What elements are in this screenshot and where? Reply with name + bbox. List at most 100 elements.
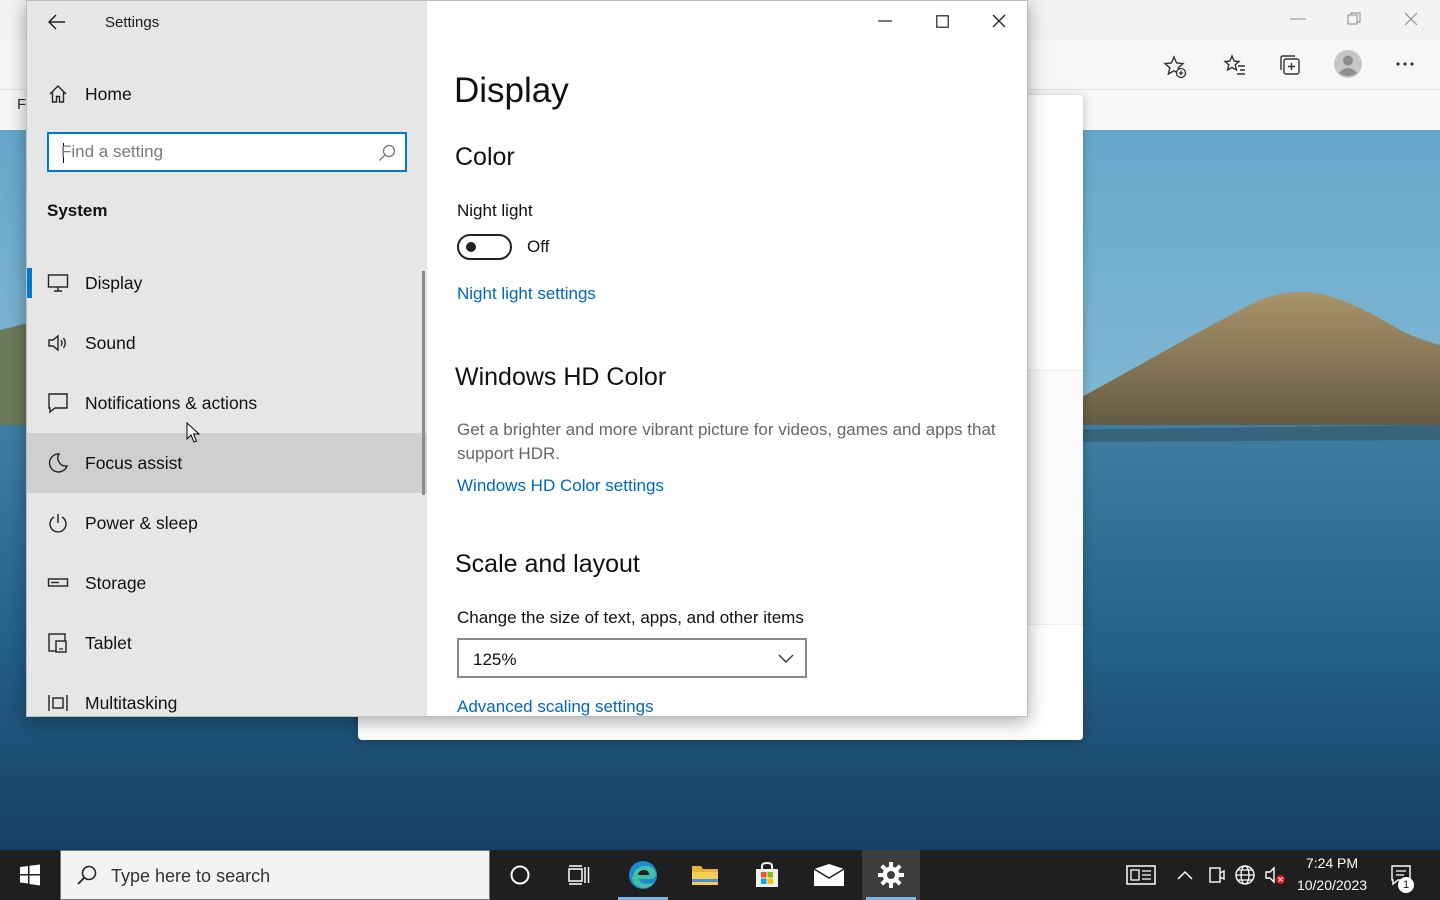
news-widget-button[interactable] (1126, 862, 1156, 888)
maximize-button[interactable] (914, 1, 970, 41)
find-setting-box[interactable] (47, 132, 407, 172)
collections-button[interactable] (1275, 50, 1305, 80)
avatar-icon (1334, 50, 1362, 78)
taskbar-clock-time[interactable]: 7:24 PM (1290, 855, 1374, 871)
sidebar-item-label: Home (85, 83, 132, 104)
mail-button[interactable] (800, 850, 858, 900)
globe-icon (1235, 865, 1255, 885)
night-light-settings-link[interactable]: Night light settings (457, 284, 596, 304)
moon-icon (45, 450, 71, 476)
scale-dropdown-value: 125% (473, 650, 517, 669)
taskbar-search-box[interactable]: Type here to search (60, 850, 490, 900)
sidebar-item-label: Tablet (85, 632, 132, 653)
task-view-button[interactable] (550, 850, 608, 900)
add-favorite-button[interactable] (1160, 52, 1190, 82)
night-light-state: Off (527, 237, 550, 256)
find-setting-input[interactable] (61, 141, 361, 163)
notification-count-badge: 1 (1398, 877, 1414, 893)
window-title: Settings (105, 14, 160, 31)
taskbar-clock-date[interactable]: 10/20/2023 (1290, 877, 1374, 893)
sidebar-item-display[interactable]: Display (27, 253, 427, 313)
folder-icon (692, 866, 718, 885)
task-view-icon (568, 865, 590, 885)
search-icon[interactable] (377, 143, 397, 163)
browser-restore-button[interactable] (1341, 8, 1367, 30)
sidebar-item-sound[interactable]: Sound (27, 313, 427, 373)
page-title: Display (454, 71, 569, 110)
profile-button[interactable] (1333, 49, 1363, 79)
ellipsis-icon (1396, 62, 1414, 66)
browser-close-button[interactable] (1398, 8, 1424, 30)
storage-icon (45, 570, 71, 596)
sidebar-item-focus-assist[interactable]: Focus assist (27, 433, 427, 493)
sidebar-item-label: Multitasking (85, 692, 178, 713)
windows-logo-icon (20, 864, 40, 886)
scale-layout-section-title: Scale and layout (455, 550, 640, 578)
sidebar-item-home[interactable]: Home (27, 73, 427, 115)
sidebar-item-label: Sound (85, 332, 136, 353)
back-button[interactable] (41, 7, 73, 37)
show-hidden-icons-button[interactable] (1172, 862, 1198, 888)
power-icon (45, 510, 71, 536)
chevron-up-icon (1177, 870, 1193, 880)
sidebar-item-label: Power & sleep (85, 512, 198, 533)
meet-now-button[interactable] (1203, 862, 1229, 888)
sidebar-item-label: Focus assist (85, 452, 183, 473)
volume-button[interactable] (1262, 862, 1288, 888)
color-section-title: Color (455, 143, 515, 171)
start-button[interactable] (0, 850, 60, 900)
settings-window: Settings Home System Display (26, 0, 1028, 717)
more-options-button[interactable] (1390, 49, 1420, 79)
star-plus-icon (1163, 55, 1187, 79)
network-button[interactable] (1232, 862, 1258, 888)
sidebar-scrollbar[interactable] (422, 271, 425, 495)
taskbar-search-placeholder: Type here to search (111, 866, 271, 886)
cortana-button[interactable] (491, 850, 549, 900)
taskbar-settings-button[interactable] (862, 850, 920, 900)
sidebar-item-tablet[interactable]: Tablet (27, 613, 427, 673)
toggle-knob (466, 242, 476, 252)
sidebar-item-label: Storage (85, 572, 147, 593)
scale-dropdown[interactable]: 125% (457, 638, 807, 678)
advanced-scaling-link[interactable]: Advanced scaling settings (457, 697, 654, 716)
edge-browser-icon (629, 861, 657, 889)
monitor-icon (45, 270, 71, 296)
close-icon (1404, 12, 1418, 26)
notification-icon (45, 390, 71, 416)
multitasking-icon (45, 690, 71, 716)
volume-muted-icon (1265, 866, 1285, 884)
minimize-icon (878, 20, 892, 22)
taskbar: Type here to search (0, 850, 1440, 900)
sidebar-item-storage[interactable]: Storage (27, 553, 427, 613)
mouse-cursor-icon (186, 422, 200, 443)
close-icon (992, 14, 1006, 28)
hd-color-description: Get a brighter and more vibrant picture … (457, 420, 996, 463)
cortana-icon (510, 865, 530, 885)
settings-sidebar: Settings Home System Display (27, 1, 427, 716)
chevron-down-icon (778, 654, 794, 663)
nav-group-label: System (47, 201, 108, 220)
sidebar-item-label: Display (85, 272, 143, 293)
maximize-icon (935, 14, 949, 28)
home-icon (45, 81, 71, 107)
device-icon (1209, 867, 1225, 883)
hd-color-section-title: Windows HD Color (455, 363, 667, 391)
microsoft-store-button[interactable] (738, 850, 796, 900)
sidebar-item-multitasking[interactable]: Multitasking (27, 673, 427, 716)
speaker-icon (45, 330, 71, 356)
favorites-button[interactable] (1220, 50, 1250, 80)
close-button[interactable] (971, 1, 1027, 41)
night-light-label: Night light (457, 201, 533, 220)
taskbar-edge-button[interactable] (614, 850, 672, 900)
sidebar-item-power-sleep[interactable]: Power & sleep (27, 493, 427, 553)
browser-minimize-button[interactable]: — (1285, 8, 1311, 30)
news-icon (1126, 865, 1156, 885)
browser-partial-label: F (17, 96, 27, 113)
minimize-button[interactable] (857, 1, 913, 41)
sidebar-item-notifications[interactable]: Notifications & actions (27, 373, 427, 433)
collections-icon (1280, 55, 1300, 75)
file-explorer-button[interactable] (676, 850, 734, 900)
hd-color-settings-link[interactable]: Windows HD Color settings (457, 476, 664, 496)
sidebar-item-label: Notifications & actions (85, 392, 258, 413)
night-light-toggle[interactable] (457, 234, 512, 260)
